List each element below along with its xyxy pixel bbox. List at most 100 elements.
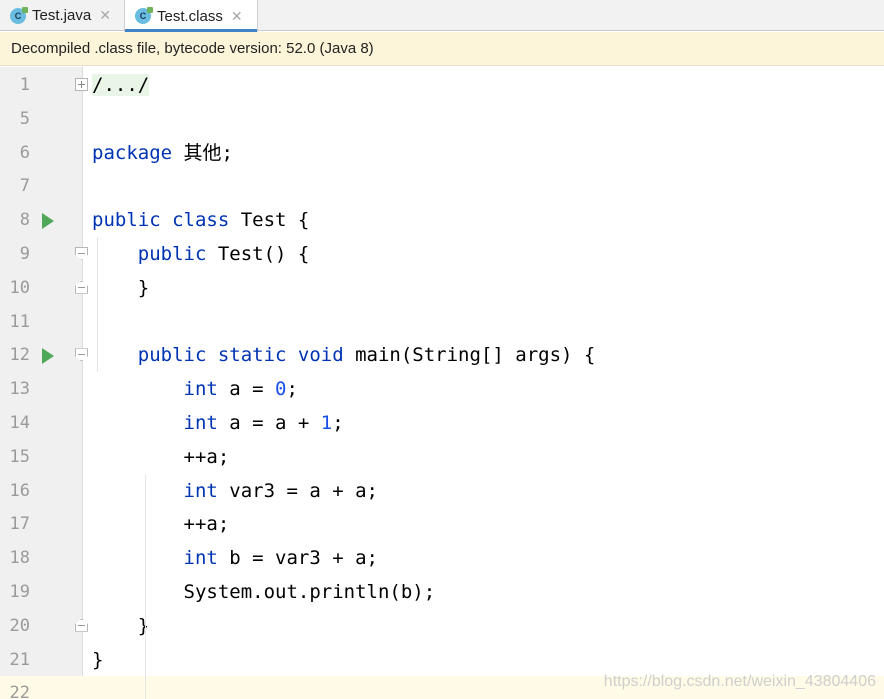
line-number: 5 — [19, 108, 30, 129]
tab-test-class[interactable]: C Test.class ✕ — [124, 0, 258, 32]
line-number: 17 — [9, 514, 30, 535]
tab-test-java[interactable]: C Test.java ✕ — [0, 0, 123, 31]
code-text: } — [92, 271, 149, 305]
tab-label: Test.class — [157, 7, 223, 25]
code-text: public class Test { — [92, 203, 309, 237]
code-text: int b = var3 + a; — [92, 541, 378, 575]
code-token: System.out.println(b); — [92, 581, 436, 603]
code-text: System.out.println(b); — [92, 575, 436, 609]
code-line[interactable]: 8 public class Test { — [0, 203, 884, 237]
code-text: package 其他; — [92, 136, 233, 170]
code-line[interactable]: 12 public static void main(String[] args… — [0, 338, 884, 372]
code-line[interactable]: 18 int b = var3 + a; — [0, 541, 884, 575]
code-line[interactable]: 6 package 其他; — [0, 136, 884, 170]
code-token: b = var3 + a; — [217, 547, 378, 570]
line-number: 1 — [19, 75, 30, 95]
code-line[interactable]: 7 — [0, 169, 884, 203]
code-text: public static void main(String[] args) { — [92, 338, 596, 372]
code-line[interactable]: 9 public Test() { — [0, 237, 884, 271]
number-token: 0 — [275, 378, 287, 401]
code-line[interactable]: 21} — [0, 643, 884, 677]
code-token: ++a; — [92, 513, 230, 536]
indent-guide — [97, 237, 98, 373]
keyword-token: int — [183, 547, 218, 570]
code-token: ++a; — [92, 445, 230, 468]
code-token: Test { — [229, 209, 310, 232]
keyword-token: package — [92, 141, 173, 164]
code-text: } — [92, 643, 103, 677]
code-line[interactable]: 11 — [0, 305, 884, 339]
class-file-icon: C — [135, 7, 153, 24]
code-line[interactable]: 19 System.out.println(b); — [0, 575, 884, 609]
code-token: } — [92, 614, 150, 637]
code-token: ; — [286, 378, 298, 401]
keyword-token: public static void — [137, 344, 344, 367]
code-line[interactable]: 16 int var3 = a + a; — [0, 474, 884, 508]
run-gutter-icon[interactable] — [42, 213, 54, 230]
code-token: } — [92, 648, 104, 671]
code-text: public Test() { — [92, 237, 310, 271]
code-line[interactable]: 15 ++a; — [0, 440, 884, 474]
line-number: 12 — [9, 345, 30, 366]
decompiled-notice-banner: Decompiled .class file, bytecode version… — [0, 32, 884, 66]
code-text: ++a; — [92, 507, 230, 541]
line-number: 14 — [9, 413, 30, 433]
line-number: 8 — [19, 210, 30, 231]
editor-tab-bar: C Test.java ✕ C Test.class ✕ — [0, 0, 884, 32]
class-file-icon: C — [10, 6, 28, 24]
line-number: 10 — [9, 277, 30, 298]
keyword-token: int — [183, 479, 218, 502]
number-token: 1 — [320, 412, 333, 434]
keyword-token: int — [183, 378, 218, 401]
close-icon[interactable]: ✕ — [99, 7, 111, 24]
keyword-token: public — [137, 243, 207, 265]
line-number: 15 — [9, 446, 30, 467]
fold-end-icon[interactable] — [75, 618, 88, 632]
code-text: } — [92, 609, 149, 643]
folded-region: /.../ — [92, 74, 150, 96]
code-text: ++a; — [92, 440, 230, 474]
code-line[interactable]: 5 — [0, 102, 884, 136]
code-text: int var3 = a + a; — [92, 474, 378, 508]
code-line[interactable]: 10 } — [0, 271, 884, 305]
code-line[interactable]: 20 } — [0, 609, 884, 643]
line-number: 20 — [9, 615, 30, 636]
code-token: Test() { — [206, 243, 310, 265]
keyword-token: int — [183, 412, 218, 434]
code-text: int a = 0; — [92, 372, 298, 406]
run-gutter-icon[interactable] — [42, 348, 54, 365]
code-text: /.../ — [92, 68, 150, 102]
line-number: 7 — [19, 176, 30, 197]
code-token: a = a + — [217, 412, 321, 434]
code-token: } — [92, 276, 150, 299]
code-editor[interactable]: 1 /.../ 5 6 package 其他; 7 8 public class Test {… — [0, 67, 884, 699]
code-token: ; — [332, 412, 344, 434]
line-number: 19 — [9, 582, 30, 602]
indent-guide — [145, 473, 146, 699]
code-line[interactable]: 14 int a = a + 1; — [0, 406, 884, 440]
fold-end-icon[interactable] — [75, 280, 88, 294]
code-token: 其他; — [172, 141, 233, 164]
watermark: https://blog.csdn.net/weixin_43804406 — [603, 673, 876, 690]
line-number: 18 — [9, 548, 30, 569]
code-line[interactable]: 17 ++a; — [0, 507, 884, 541]
tab-label: Test.java — [32, 7, 92, 24]
line-number: 9 — [19, 244, 30, 264]
line-number: 13 — [9, 379, 30, 400]
code-line[interactable]: 1 /.../ — [0, 68, 884, 102]
fold-start-icon[interactable] — [75, 348, 88, 362]
fold-start-icon[interactable] — [75, 247, 88, 260]
line-number: 16 — [9, 480, 30, 501]
close-icon[interactable]: ✕ — [231, 8, 243, 25]
expand-fold-icon[interactable] — [75, 78, 88, 91]
line-number: 22 — [9, 683, 30, 699]
code-line[interactable]: 13 int a = 0; — [0, 372, 884, 406]
line-number: 11 — [9, 311, 30, 332]
line-number: 6 — [19, 142, 30, 163]
